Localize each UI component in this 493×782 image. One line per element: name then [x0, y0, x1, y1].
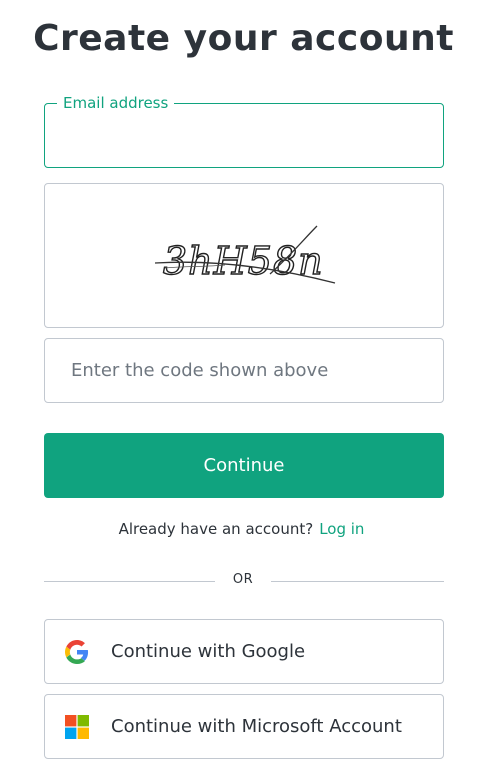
captcha-image: 3hH58n [154, 225, 336, 284]
microsoft-button-label: Continue with Microsoft Account [111, 716, 402, 737]
or-divider: OR [44, 571, 444, 591]
google-icon [65, 639, 89, 664]
login-link[interactable]: Log in [319, 520, 364, 538]
captcha-box: 3hH58n [44, 183, 444, 328]
page-title: Create your account [33, 18, 454, 59]
google-button-label: Continue with Google [111, 641, 306, 662]
google-signin-button[interactable]: Continue with Google [44, 619, 444, 684]
login-row: Already have an account? Log in [0, 520, 483, 538]
continue-button[interactable]: Continue [44, 433, 444, 498]
divider-text: OR [232, 572, 254, 587]
divider-line-left [44, 581, 215, 582]
captcha-text: 3hH58n [163, 239, 324, 283]
email-input[interactable] [45, 104, 443, 167]
microsoft-signin-button[interactable]: Continue with Microsoft Account [44, 694, 444, 759]
email-field[interactable]: Email address [44, 93, 444, 168]
login-prompt: Already have an account? [118, 520, 314, 538]
microsoft-icon [65, 714, 89, 739]
captcha-code-input[interactable] [44, 338, 444, 403]
divider-line-right [271, 581, 444, 582]
